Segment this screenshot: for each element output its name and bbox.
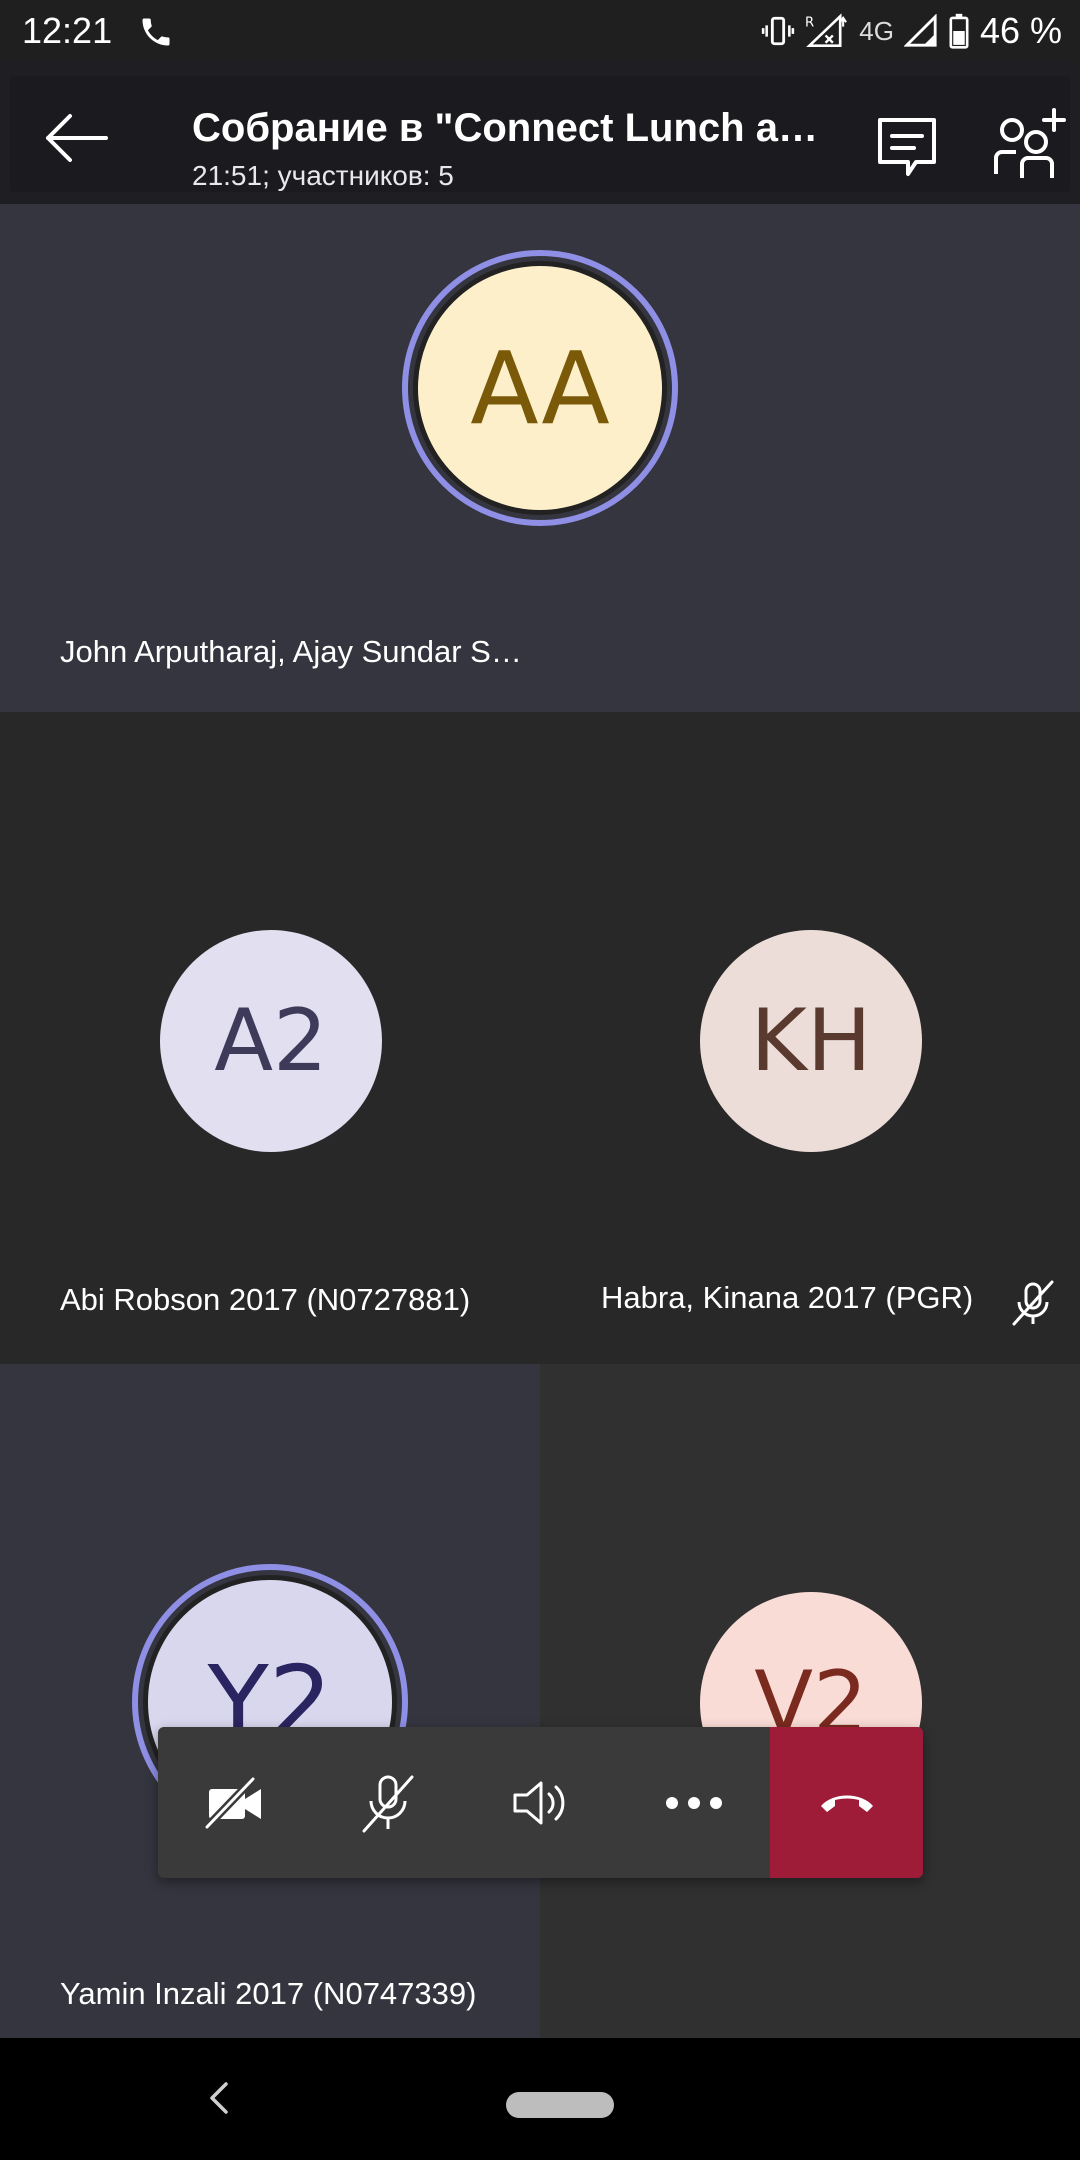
camera-off-button[interactable]: [158, 1727, 311, 1878]
nav-home-pill[interactable]: [506, 2092, 614, 2118]
muted-mic-icon: [1012, 1280, 1054, 1326]
system-nav-bar: [0, 2038, 1080, 2160]
participant-tile-0[interactable]: AA John Arputharaj, Ajay Sundar S…: [0, 204, 1080, 712]
vibrate-icon: [762, 16, 795, 46]
avatar: AA: [413, 261, 667, 515]
phone-icon: [142, 18, 170, 46]
meeting-header-panel: Собрание в "Connect Lunch and … 21:51; у…: [10, 76, 1070, 192]
signal-icon: [903, 14, 937, 47]
chat-icon[interactable]: [872, 112, 942, 182]
avatar: KH: [700, 930, 922, 1152]
participant-tile-2[interactable]: KH Habra, Kinana 2017 (PGR): [540, 712, 1080, 1364]
participant-tile-4[interactable]: V2: [540, 1364, 1080, 2038]
camera-off-icon: [202, 1774, 261, 1831]
svg-text:R: R: [805, 16, 814, 31]
meeting-title: Собрание в "Connect Lunch and …: [192, 106, 832, 150]
participant-name: Habra, Kinana 2017 (PGR): [601, 1280, 974, 1315]
back-arrow-icon[interactable]: [40, 110, 110, 166]
avatar: A2: [160, 930, 382, 1152]
add-people-icon[interactable]: [990, 106, 1070, 186]
mic-off-button[interactable]: [311, 1727, 464, 1878]
meeting-header: Собрание в "Connect Lunch and … 21:51; у…: [0, 62, 1080, 204]
roaming-signal-icon: R: [805, 13, 848, 47]
hang-up-icon: [820, 1795, 873, 1812]
participant-name: Abi Robson 2017 (N0727881): [60, 1282, 471, 1317]
call-controls: [158, 1727, 923, 1878]
battery-percent: 46 %: [979, 10, 1062, 51]
battery-icon: [949, 13, 969, 49]
participant-tile-1[interactable]: A2 Abi Robson 2017 (N0727881): [0, 712, 540, 1364]
participant-name: Yamin Inzali 2017 (N0747339): [60, 1976, 477, 2011]
network-type: 4G: [859, 15, 894, 46]
status-bar: 12:21 R 4G 46 %: [0, 0, 1080, 62]
speaker-button[interactable]: [464, 1727, 617, 1878]
more-button[interactable]: [617, 1727, 770, 1878]
speaker-icon: [513, 1781, 564, 1824]
status-icons: R 4G 46 %: [761, 10, 1062, 52]
mic-off-icon: [362, 1775, 413, 1832]
more-icon: [665, 1796, 722, 1809]
nav-back-icon[interactable]: [204, 2078, 234, 2118]
meeting-subtitle: 21:51; участников: 5: [192, 160, 454, 191]
hang-up-button[interactable]: [770, 1727, 923, 1878]
status-time: 12:21: [22, 10, 113, 51]
participant-name: John Arputharaj, Ajay Sundar S…: [60, 634, 522, 669]
participant-tile-3[interactable]: Y2 Yamin Inzali 2017 (N0747339): [0, 1364, 540, 2038]
